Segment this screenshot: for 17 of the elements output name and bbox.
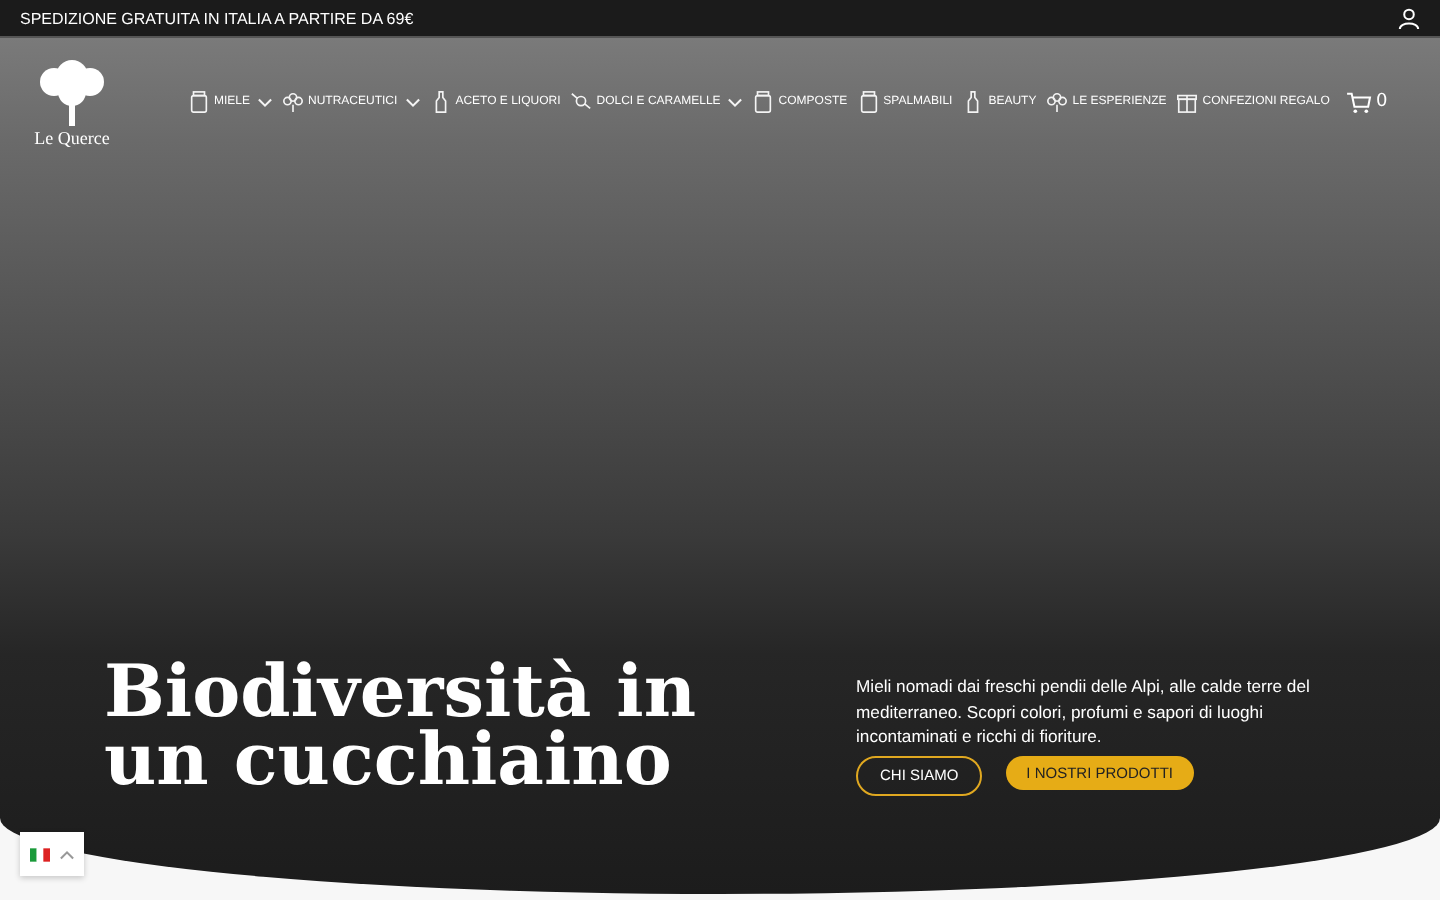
shipping-notice: SPEDIZIONE GRATUITA IN ITALIA A PARTIRE DA 69€ <box>20 9 414 27</box>
flower-icon <box>282 90 305 114</box>
hero-description: Mieli nomadi dai freschi pendii delle Alpi, alle calde terre del mediterraneo. Scopri colori, profumi e sapori di luoghi incontaminati e ricchi di fioriture. <box>856 674 1312 749</box>
cart-icon <box>1345 91 1372 113</box>
caret-icon <box>60 849 74 859</box>
jar-icon <box>857 90 880 114</box>
candy-icon <box>570 90 593 114</box>
italy-flag-icon <box>30 847 50 861</box>
flower-icon <box>1046 90 1069 114</box>
language-switcher[interactable] <box>20 832 84 876</box>
logo[interactable]: Le Querce <box>28 57 116 147</box>
jar-icon <box>188 90 210 114</box>
jar-icon <box>752 90 775 114</box>
cart-button[interactable]: 0 <box>1345 91 1388 113</box>
hero-title: Biodiversità in un cucchiaino <box>104 658 699 794</box>
gift-icon <box>1176 90 1199 114</box>
user-icon[interactable] <box>1398 7 1420 29</box>
